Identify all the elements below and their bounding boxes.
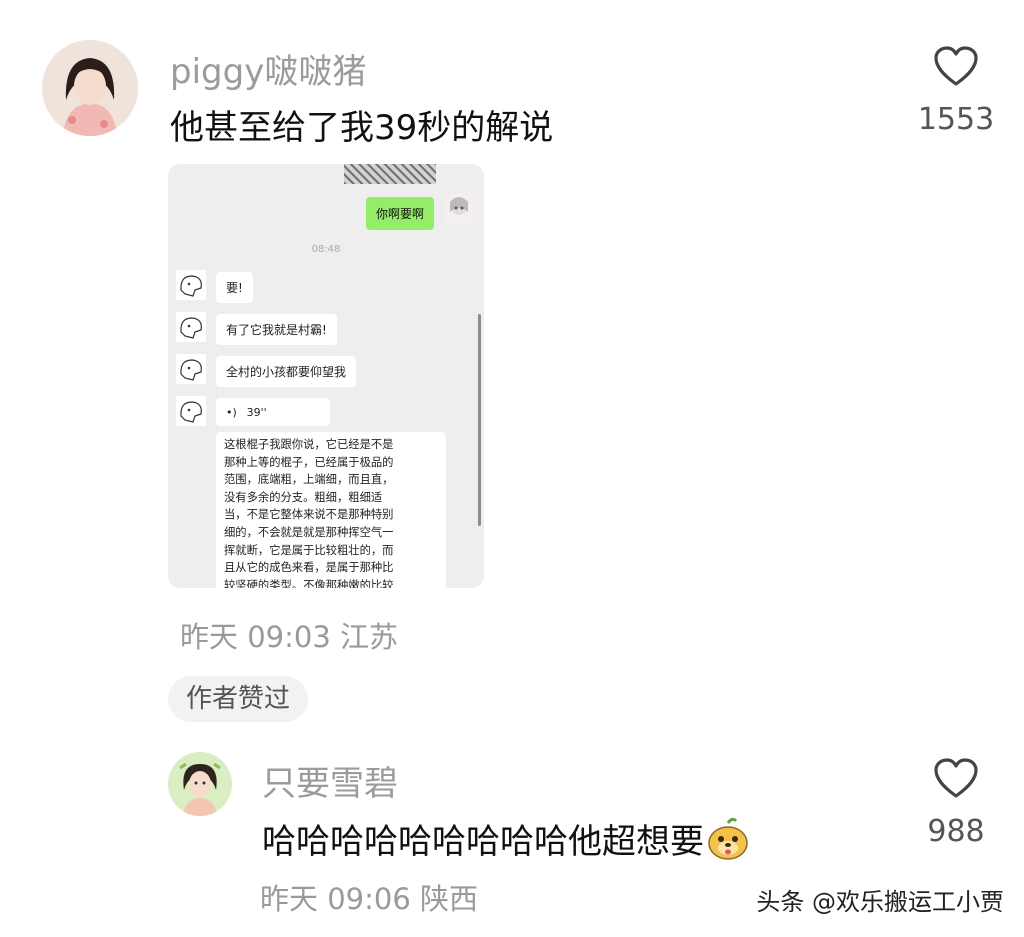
avatar[interactable] <box>42 40 138 136</box>
like-count: 1553 <box>917 102 995 137</box>
author-liked-badge: 作者赞过 <box>168 676 308 722</box>
received-message-bubble: 要! <box>216 272 253 303</box>
voice-wave-icon: •) <box>226 406 237 419</box>
like-button[interactable] <box>932 756 980 804</box>
heart-outline-icon <box>934 758 978 798</box>
comment-text: 他甚至给了我39秒的解说 <box>170 108 554 148</box>
contact-avatar <box>176 312 206 342</box>
transcript-line: 范围，底端粗，上端细，而且直， <box>224 473 394 487</box>
chat-timestamp: 08:48 <box>311 244 341 255</box>
received-message-bubble: 有了它我就是村霸! <box>216 314 337 345</box>
sent-message-bubble: 你啊要啊 <box>366 197 435 230</box>
voice-transcript: 这根棍子我跟你说，它已经是不是 那种上等的棍子，已经属于极品的 范围，底端粗，上… <box>216 432 446 588</box>
comment-text: 哈哈哈哈哈哈哈哈哈他超想要 <box>262 814 750 870</box>
attached-chat-screenshot[interactable]: 你啊要啊 08:48 要! 有了它我就是村霸! 全村的小孩都要仰望我 •) 39… <box>168 164 484 588</box>
transcript-line: 这根棍子我跟你说，它已经是不是 <box>224 438 394 451</box>
avatar[interactable] <box>168 752 232 816</box>
voice-duration: 39'' <box>246 406 267 419</box>
voice-message-bubble[interactable]: •) 39'' <box>216 398 330 426</box>
contact-avatar <box>176 354 206 384</box>
contact-avatar <box>176 270 206 300</box>
doge-emoji-icon <box>706 817 750 870</box>
transcript-line: 且从它的成色来看，是属于那种比 <box>224 561 394 575</box>
transcript-line: 没有多余的分支。粗细，粗细适 <box>224 490 383 504</box>
like-button[interactable] <box>932 44 980 92</box>
transcript-line: 挥就断，它是属于比较粗壮的，而 <box>224 543 394 557</box>
transcript-line: 那种上等的棍子，已经属于极品的 <box>224 455 394 469</box>
received-message-bubble: 全村的小孩都要仰望我 <box>216 356 357 387</box>
sender-avatar <box>444 194 474 224</box>
comment-username[interactable]: 只要雪碧 <box>262 756 398 805</box>
comment-text-content: 哈哈哈哈哈哈哈哈哈他超想要 <box>262 822 704 862</box>
contact-avatar <box>176 396 206 426</box>
like-count: 988 <box>927 814 985 849</box>
comment-time-location: 昨天 09:03 江苏 <box>180 620 399 654</box>
transcript-line: 细的，不会就是就是那种挥空气一 <box>224 525 394 539</box>
scrollbar[interactable] <box>478 314 481 526</box>
transcript-line: 当，不是它整体来说不是那种特别 <box>224 508 394 522</box>
image-fragment <box>344 164 436 184</box>
transcript-line: 较坚硬的类型。不像那种嫩的比较 <box>224 578 394 588</box>
comment-time-location: 昨天 09:06 陕西 <box>260 882 479 916</box>
watermark: 头条 @欢乐搬运工小贾 <box>756 888 1004 916</box>
comment-username[interactable]: piggy啵啵猪 <box>170 44 366 93</box>
heart-outline-icon <box>934 46 978 86</box>
